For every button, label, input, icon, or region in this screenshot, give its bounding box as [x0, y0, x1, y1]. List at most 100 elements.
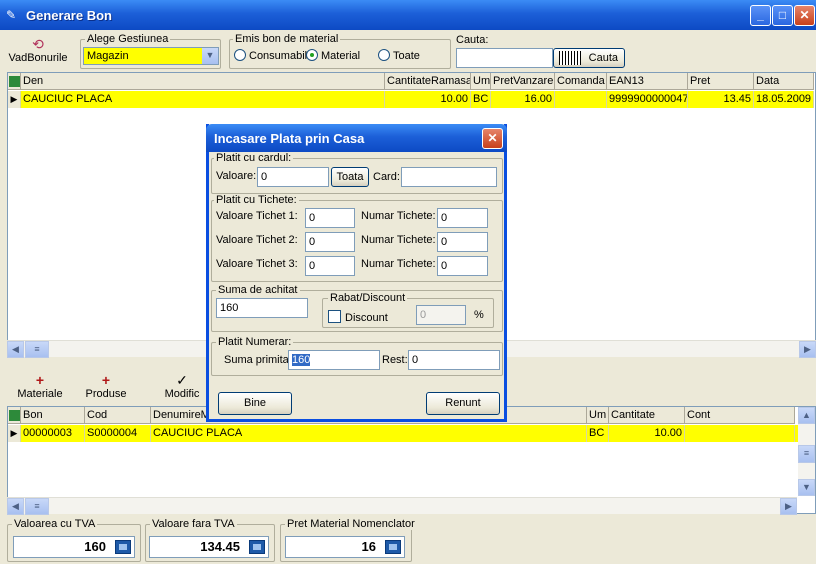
scroll-right-icon[interactable]: ▶ [799, 341, 816, 358]
rest-input[interactable]: 0 [408, 350, 500, 370]
col-comanda[interactable]: Comanda [555, 73, 607, 90]
radio-consumabil[interactable]: Consumabil [234, 49, 307, 62]
chevron-down-icon[interactable]: ▼ [202, 48, 218, 64]
grid-header: Den CantitateRamasa Um PretVanzare Coman… [8, 73, 814, 90]
col-cantitate[interactable]: Cantitate [609, 407, 685, 424]
bottom-vscrollbar[interactable]: ▲ ≡ ▼ [798, 407, 815, 496]
table-row[interactable]: ▶ CAUCIUC PLACA 10.00 BC 16.00 999990000… [8, 91, 814, 108]
tichete-group-label: Platit cu Tichete: [214, 194, 299, 206]
col-data[interactable]: Data [754, 73, 814, 90]
scroll-thumb[interactable]: ≡ [798, 445, 815, 463]
radio-indicator [306, 49, 318, 61]
produse-button[interactable]: + Produse [78, 372, 134, 400]
ticket2-label: Valoare Tichet 2: [216, 234, 298, 246]
minimize-button[interactable]: _ [750, 5, 771, 26]
fara-tva-label: Valoare fara TVA [150, 518, 237, 530]
valoare-label: Valoare: [216, 170, 257, 182]
col-cod[interactable]: Cod [85, 407, 151, 424]
pret-label: Pret Material Nomenclator [285, 518, 417, 530]
cu-tva-label: Valoarea cu TVA [12, 518, 98, 530]
renunt-button[interactable]: Renunt [426, 392, 500, 415]
barcode-icon [559, 51, 581, 65]
excel-icon [8, 407, 21, 424]
radio-indicator [234, 49, 246, 61]
card-group-label: Platit cu cardul: [214, 152, 294, 164]
card-input[interactable] [401, 167, 497, 187]
valoare-input[interactable]: 0 [257, 167, 329, 187]
modific-button[interactable]: ✓ Modific [156, 372, 208, 400]
discount-input[interactable]: 0 [416, 305, 466, 325]
ticket3-label: Valoare Tichet 3: [216, 258, 298, 270]
scroll-left-icon[interactable]: ◀ [7, 341, 24, 358]
scroll-down-icon[interactable]: ▼ [798, 479, 815, 496]
suma-primita-input[interactable]: 160 [288, 350, 380, 370]
calculator-icon[interactable] [249, 540, 265, 554]
cu-tva-value: 160 [13, 536, 135, 558]
window-titlebar: ✎ Generare Bon _ □ ✕ [0, 0, 816, 30]
toata-button[interactable]: Toata [331, 167, 369, 187]
pret-value: 16 [285, 536, 405, 558]
col-cantitate[interactable]: CantitateRamasa [385, 73, 471, 90]
ticket2-input[interactable]: 0 [305, 232, 355, 252]
ticket1-input[interactable]: 0 [305, 208, 355, 228]
plus-icon: + [35, 372, 45, 388]
numar2-input[interactable]: 0 [437, 232, 488, 252]
numar1-input[interactable]: 0 [437, 208, 488, 228]
gestiune-select[interactable]: Magazin ▼ [83, 47, 219, 65]
rabat-group-label: Rabat/Discount [328, 292, 408, 304]
numar3-label: Numar Tichete: [361, 258, 436, 270]
radio-toate[interactable]: Toate [378, 49, 420, 62]
emis-label: Emis bon de material [233, 33, 341, 45]
dialog-titlebar: Incasare Plata prin Casa ✕ [206, 124, 507, 152]
excel-icon [8, 73, 21, 90]
scroll-thumb[interactable]: ≡ [25, 341, 49, 358]
radio-material[interactable]: Material [306, 49, 360, 62]
scroll-up-icon[interactable]: ▲ [798, 407, 815, 424]
col-bon[interactable]: Bon [21, 407, 85, 424]
suma-input[interactable]: 160 [216, 298, 308, 318]
col-um[interactable]: Um [587, 407, 609, 424]
scroll-thumb[interactable]: ≡ [25, 498, 49, 515]
rest-label: Rest: [382, 354, 408, 366]
ticket1-label: Valoare Tichet 1: [216, 210, 298, 222]
gestiune-label: Alege Gestiunea [85, 33, 171, 45]
bine-button[interactable]: Bine [218, 392, 292, 415]
vad-bonurile-button[interactable]: ⟲ VadBonurile [6, 36, 70, 64]
col-den[interactable]: Den [21, 73, 385, 90]
app-icon: ✎ [6, 8, 17, 22]
cauta-button[interactable]: Cauta [553, 48, 625, 68]
close-button[interactable]: ✕ [794, 5, 815, 26]
suma-primita-label: Suma primita: [224, 354, 292, 366]
col-ean13[interactable]: EAN13 [607, 73, 688, 90]
calculator-icon[interactable] [385, 540, 401, 554]
ticket3-input[interactable]: 0 [305, 256, 355, 276]
row-pointer-icon: ▶ [8, 91, 21, 108]
plus-icon: + [101, 372, 111, 388]
col-pret[interactable]: Pret [688, 73, 754, 90]
table-row[interactable]: ▶ 00000003 S0000004 CAUCIUC PLACA BC 10.… [8, 425, 798, 442]
suma-group-label: Suma de achitat [216, 284, 300, 296]
scroll-left-icon[interactable]: ◀ [7, 498, 24, 515]
refresh-icon: ⟲ [32, 36, 44, 52]
numar3-input[interactable]: 0 [437, 256, 488, 276]
checkbox-indicator [328, 310, 341, 323]
numar2-label: Numar Tichete: [361, 234, 436, 246]
materiale-button[interactable]: + Materiale [10, 372, 70, 400]
numar1-label: Numar Tichete: [361, 210, 436, 222]
cauta-label: Cauta: [456, 34, 489, 46]
card-label: Card: [373, 171, 400, 183]
dialog-close-button[interactable]: ✕ [482, 128, 503, 149]
bottom-hscrollbar[interactable]: ◀ ≡ ▶ [7, 497, 797, 515]
cauta-input[interactable] [456, 48, 553, 68]
discount-checkbox[interactable]: Discount [328, 310, 388, 324]
maximize-button[interactable]: □ [772, 5, 793, 26]
scroll-right-icon[interactable]: ▶ [780, 498, 797, 515]
row-pointer-icon: ▶ [8, 425, 21, 442]
col-cont[interactable]: Cont [685, 407, 795, 424]
col-pretvanzare[interactable]: PretVanzare [491, 73, 555, 90]
radio-indicator [378, 49, 390, 61]
calculator-icon[interactable] [115, 540, 131, 554]
fara-tva-value: 134.45 [149, 536, 269, 558]
percent-label: % [474, 309, 484, 321]
col-um[interactable]: Um [471, 73, 491, 90]
